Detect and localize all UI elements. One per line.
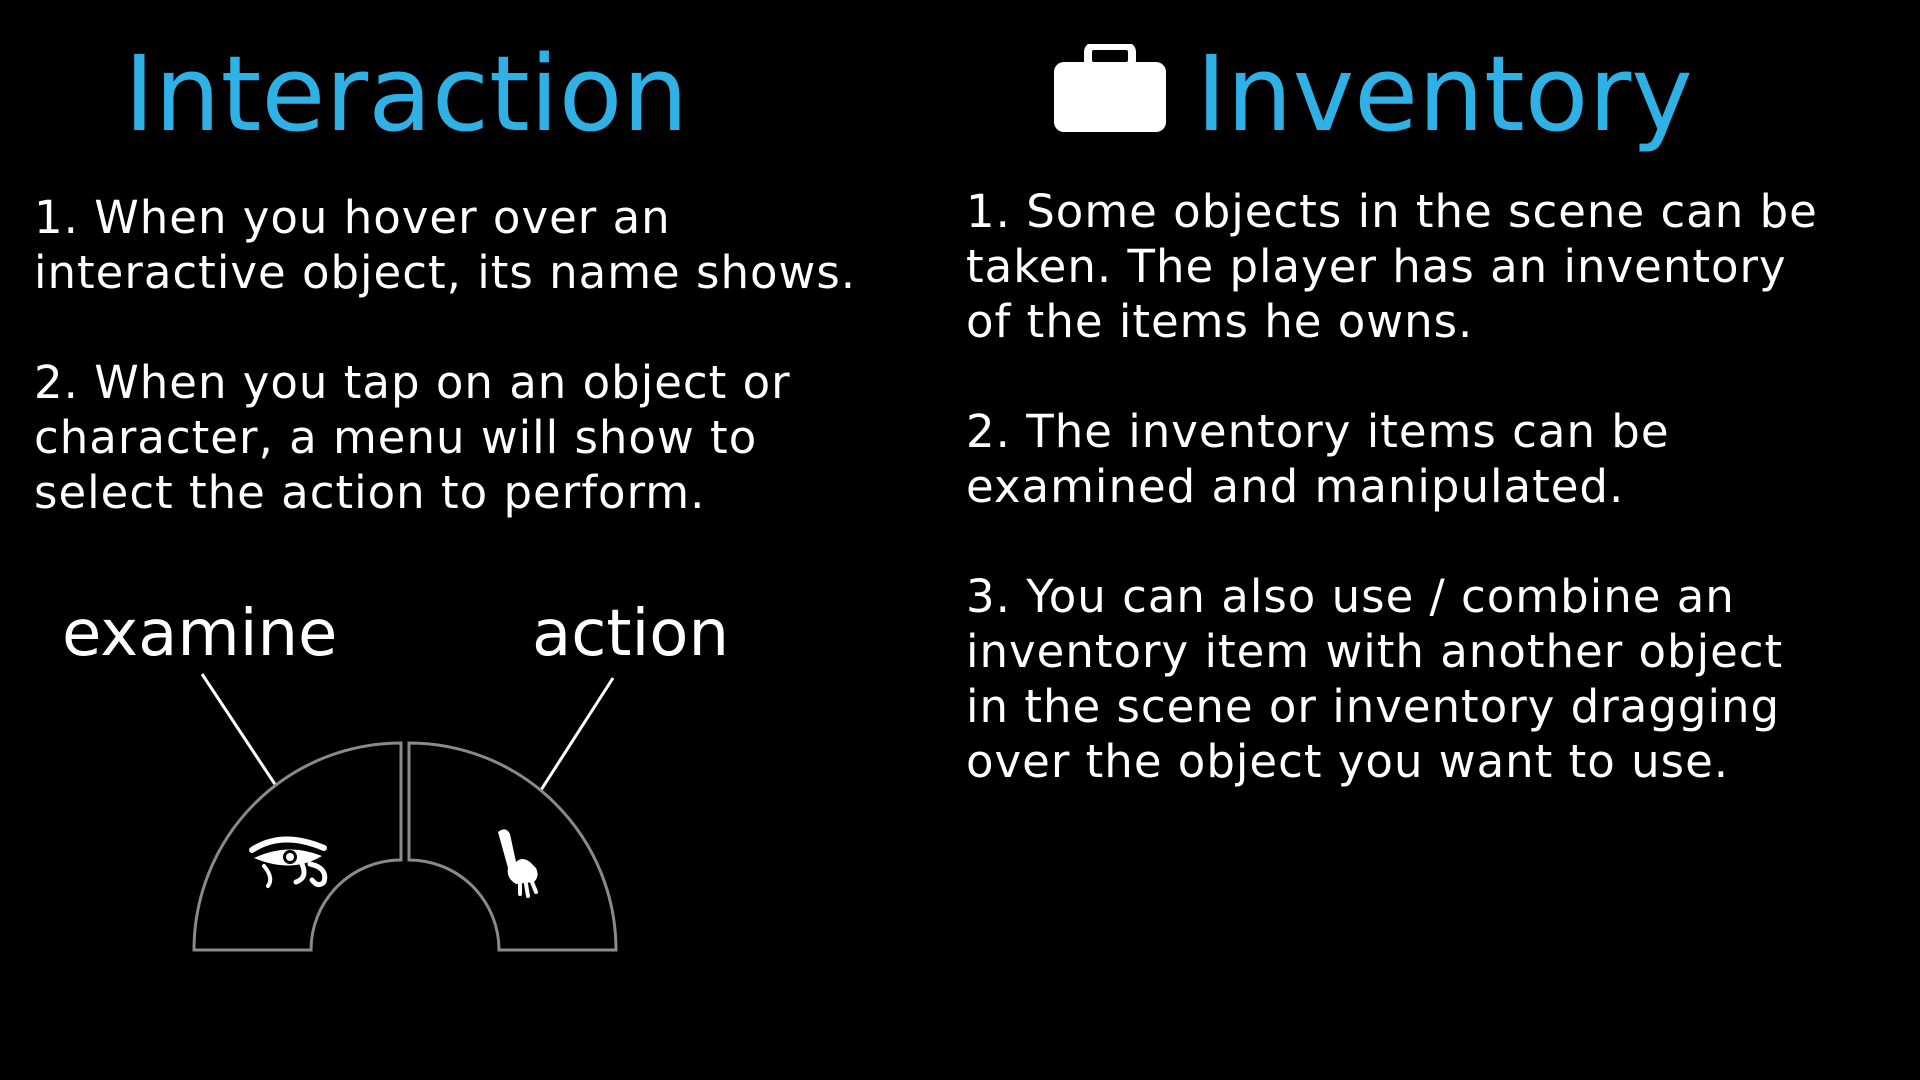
text-line: in the scene or inventory dragging (966, 680, 1781, 733)
interaction-paragraph-1: 1. When you hover over an interactive ob… (34, 190, 856, 300)
inventory-paragraph-1: 1. Some objects in the scene can be take… (966, 184, 1818, 349)
text-line: of the items he owns. (966, 295, 1474, 348)
text-line: inventory item with another object (966, 625, 1784, 678)
interaction-paragraph-2: 2. When you tap on an object or characte… (34, 355, 791, 520)
action-label: action (532, 597, 729, 671)
text-line: 2. The inventory items can be (966, 405, 1670, 458)
text-line: character, a menu will show to (34, 411, 758, 464)
inventory-title: Inventory (1196, 33, 1693, 155)
text-line: over the object you want to use. (966, 735, 1730, 788)
text-line: interactive object, its name shows. (34, 246, 857, 299)
suitcase-icon (1054, 44, 1166, 132)
interaction-title: Interaction (124, 33, 689, 155)
action-pointer-line (530, 677, 615, 805)
verb-menu-diagram (192, 673, 618, 952)
text-line: 2. When you tap on an object or (34, 356, 791, 409)
inventory-paragraph-3: 3. You can also use / combine an invento… (966, 569, 1783, 789)
menu-segment-examine[interactable] (192, 741, 403, 952)
text-line: 1. Some objects in the scene can be (966, 185, 1818, 238)
text-line: 3. You can also use / combine an (966, 570, 1735, 623)
text-line: select the action to perform. (34, 466, 706, 519)
inventory-paragraph-2: 2. The inventory items can be examined a… (966, 404, 1670, 514)
text-line: examined and manipulated. (966, 460, 1625, 513)
text-line: taken. The player has an inventory (966, 240, 1787, 293)
examine-label: examine (62, 597, 338, 671)
text-line: 1. When you hover over an (34, 191, 671, 244)
